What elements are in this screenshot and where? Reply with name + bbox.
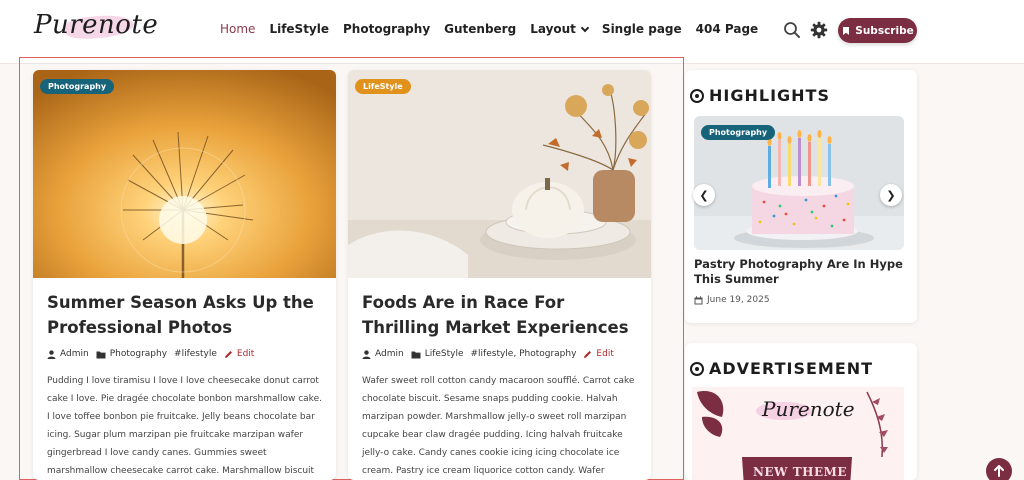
author-name: Admin xyxy=(375,349,404,359)
post-title[interactable]: Foods Are in Race For Thrilling Market E… xyxy=(362,290,632,340)
scroll-to-top-button[interactable] xyxy=(986,458,1012,480)
bullet-circle-icon xyxy=(690,361,704,376)
slider-next-button[interactable]: ❯ xyxy=(880,184,902,206)
pencil-icon xyxy=(224,350,232,358)
edit-link[interactable]: Edit xyxy=(224,349,254,359)
user-icon xyxy=(362,349,371,359)
category-name: LifeStyle xyxy=(424,349,464,359)
post-author[interactable]: Admin xyxy=(47,349,89,359)
bookmark-icon xyxy=(843,26,850,35)
author-name: Admin xyxy=(60,349,89,359)
nav-item-photography[interactable]: Photography xyxy=(343,22,430,36)
arrow-up-icon xyxy=(994,465,1004,477)
nav-item-lifestyle[interactable]: LifeStyle xyxy=(269,22,329,36)
highlight-post-title[interactable]: Pastry Photography Are In Hype This Summ… xyxy=(694,257,909,287)
gear-icon[interactable] xyxy=(810,21,828,39)
pencil-icon xyxy=(584,350,592,358)
calendar-icon xyxy=(694,295,703,304)
nav-item-home[interactable]: Home xyxy=(220,22,255,36)
nav-item-gutenberg[interactable]: Gutenberg xyxy=(444,22,516,36)
edit-label: Edit xyxy=(236,349,255,359)
advertisement-banner[interactable]: Purenote NEW THEME xyxy=(692,387,904,480)
post-title[interactable]: Summer Season Asks Up the Professional P… xyxy=(47,290,317,340)
folder-icon xyxy=(411,351,421,358)
pumpkin-still-life-image xyxy=(348,70,651,278)
dandelion-sunset-image xyxy=(33,70,336,278)
post-card[interactable]: Photography Summer Season Asks Up the Pr… xyxy=(33,70,336,480)
date-text: June 19, 2025 xyxy=(707,295,770,305)
edit-link[interactable]: Edit xyxy=(583,349,614,359)
highlights-title: HIGHLIGHTS xyxy=(709,86,830,105)
post-tags[interactable]: #lifestyle, Photography xyxy=(471,349,577,359)
edit-label: Edit xyxy=(596,349,614,359)
subscribe-label: Subscribe xyxy=(855,24,914,37)
ad-logo: Purenote xyxy=(762,397,855,421)
post-excerpt: Pudding I love tiramisu I love I love ch… xyxy=(47,376,322,476)
category-badge[interactable]: Photography xyxy=(701,125,776,140)
category-badge[interactable]: LifeStyle xyxy=(355,79,411,94)
nav-item-404-page[interactable]: 404 Page xyxy=(696,22,759,36)
folder-icon xyxy=(96,351,106,358)
post-category[interactable]: Photography xyxy=(96,349,167,359)
post-category[interactable]: LifeStyle xyxy=(411,349,464,359)
category-name: Photography xyxy=(109,349,168,359)
slider-prev-button[interactable]: ❮ xyxy=(693,184,715,206)
site-logo[interactable]: Purenote xyxy=(28,4,158,56)
nav-item-layout[interactable]: Layout xyxy=(530,22,590,36)
post-tags[interactable]: #lifestyle xyxy=(174,349,217,359)
category-badge[interactable]: Photography xyxy=(40,79,115,94)
widget-title: ADVERTISEMENT xyxy=(690,359,873,378)
main-nav: Home LifeStyle Photography Gutenberg Lay… xyxy=(220,22,758,36)
post-card[interactable]: LifeStyle Foods Are in Race For Thrillin… xyxy=(348,70,651,480)
post-meta: Admin LifeStyle #lifestyle, Photography … xyxy=(362,349,614,359)
chevron-down-icon xyxy=(580,23,590,32)
ad-text: NEW THEME xyxy=(752,465,848,479)
highlight-post-date: June 19, 2025 xyxy=(694,295,770,305)
user-icon xyxy=(47,349,56,359)
site-header: Purenote Home LifeStyle Photography Gute… xyxy=(0,0,1024,64)
bullet-circle-icon xyxy=(690,88,704,103)
chevron-left-icon: ❮ xyxy=(699,188,709,202)
highlights-widget: HIGHLIGHTS Photography ❮ ❯ Pastry Photog… xyxy=(685,70,917,323)
post-meta: Admin Photography #lifestyle Edit xyxy=(47,349,254,359)
advertisement-title: ADVERTISEMENT xyxy=(709,359,874,378)
post-author[interactable]: Admin xyxy=(362,349,404,359)
post-thumbnail[interactable] xyxy=(348,70,651,278)
nav-item-single-page[interactable]: Single page xyxy=(602,22,682,36)
advertisement-widget: ADVERTISEMENT Purenote NEW THEME xyxy=(685,343,917,480)
search-icon[interactable] xyxy=(783,21,801,39)
chevron-right-icon: ❯ xyxy=(886,188,896,202)
widget-title: HIGHLIGHTS xyxy=(690,86,830,105)
logo-text: Purenote xyxy=(34,10,159,40)
subscribe-button[interactable]: Subscribe xyxy=(838,18,917,43)
post-excerpt: Wafer sweet roll cotton candy macaroon s… xyxy=(362,376,635,476)
post-thumbnail[interactable] xyxy=(33,70,336,278)
